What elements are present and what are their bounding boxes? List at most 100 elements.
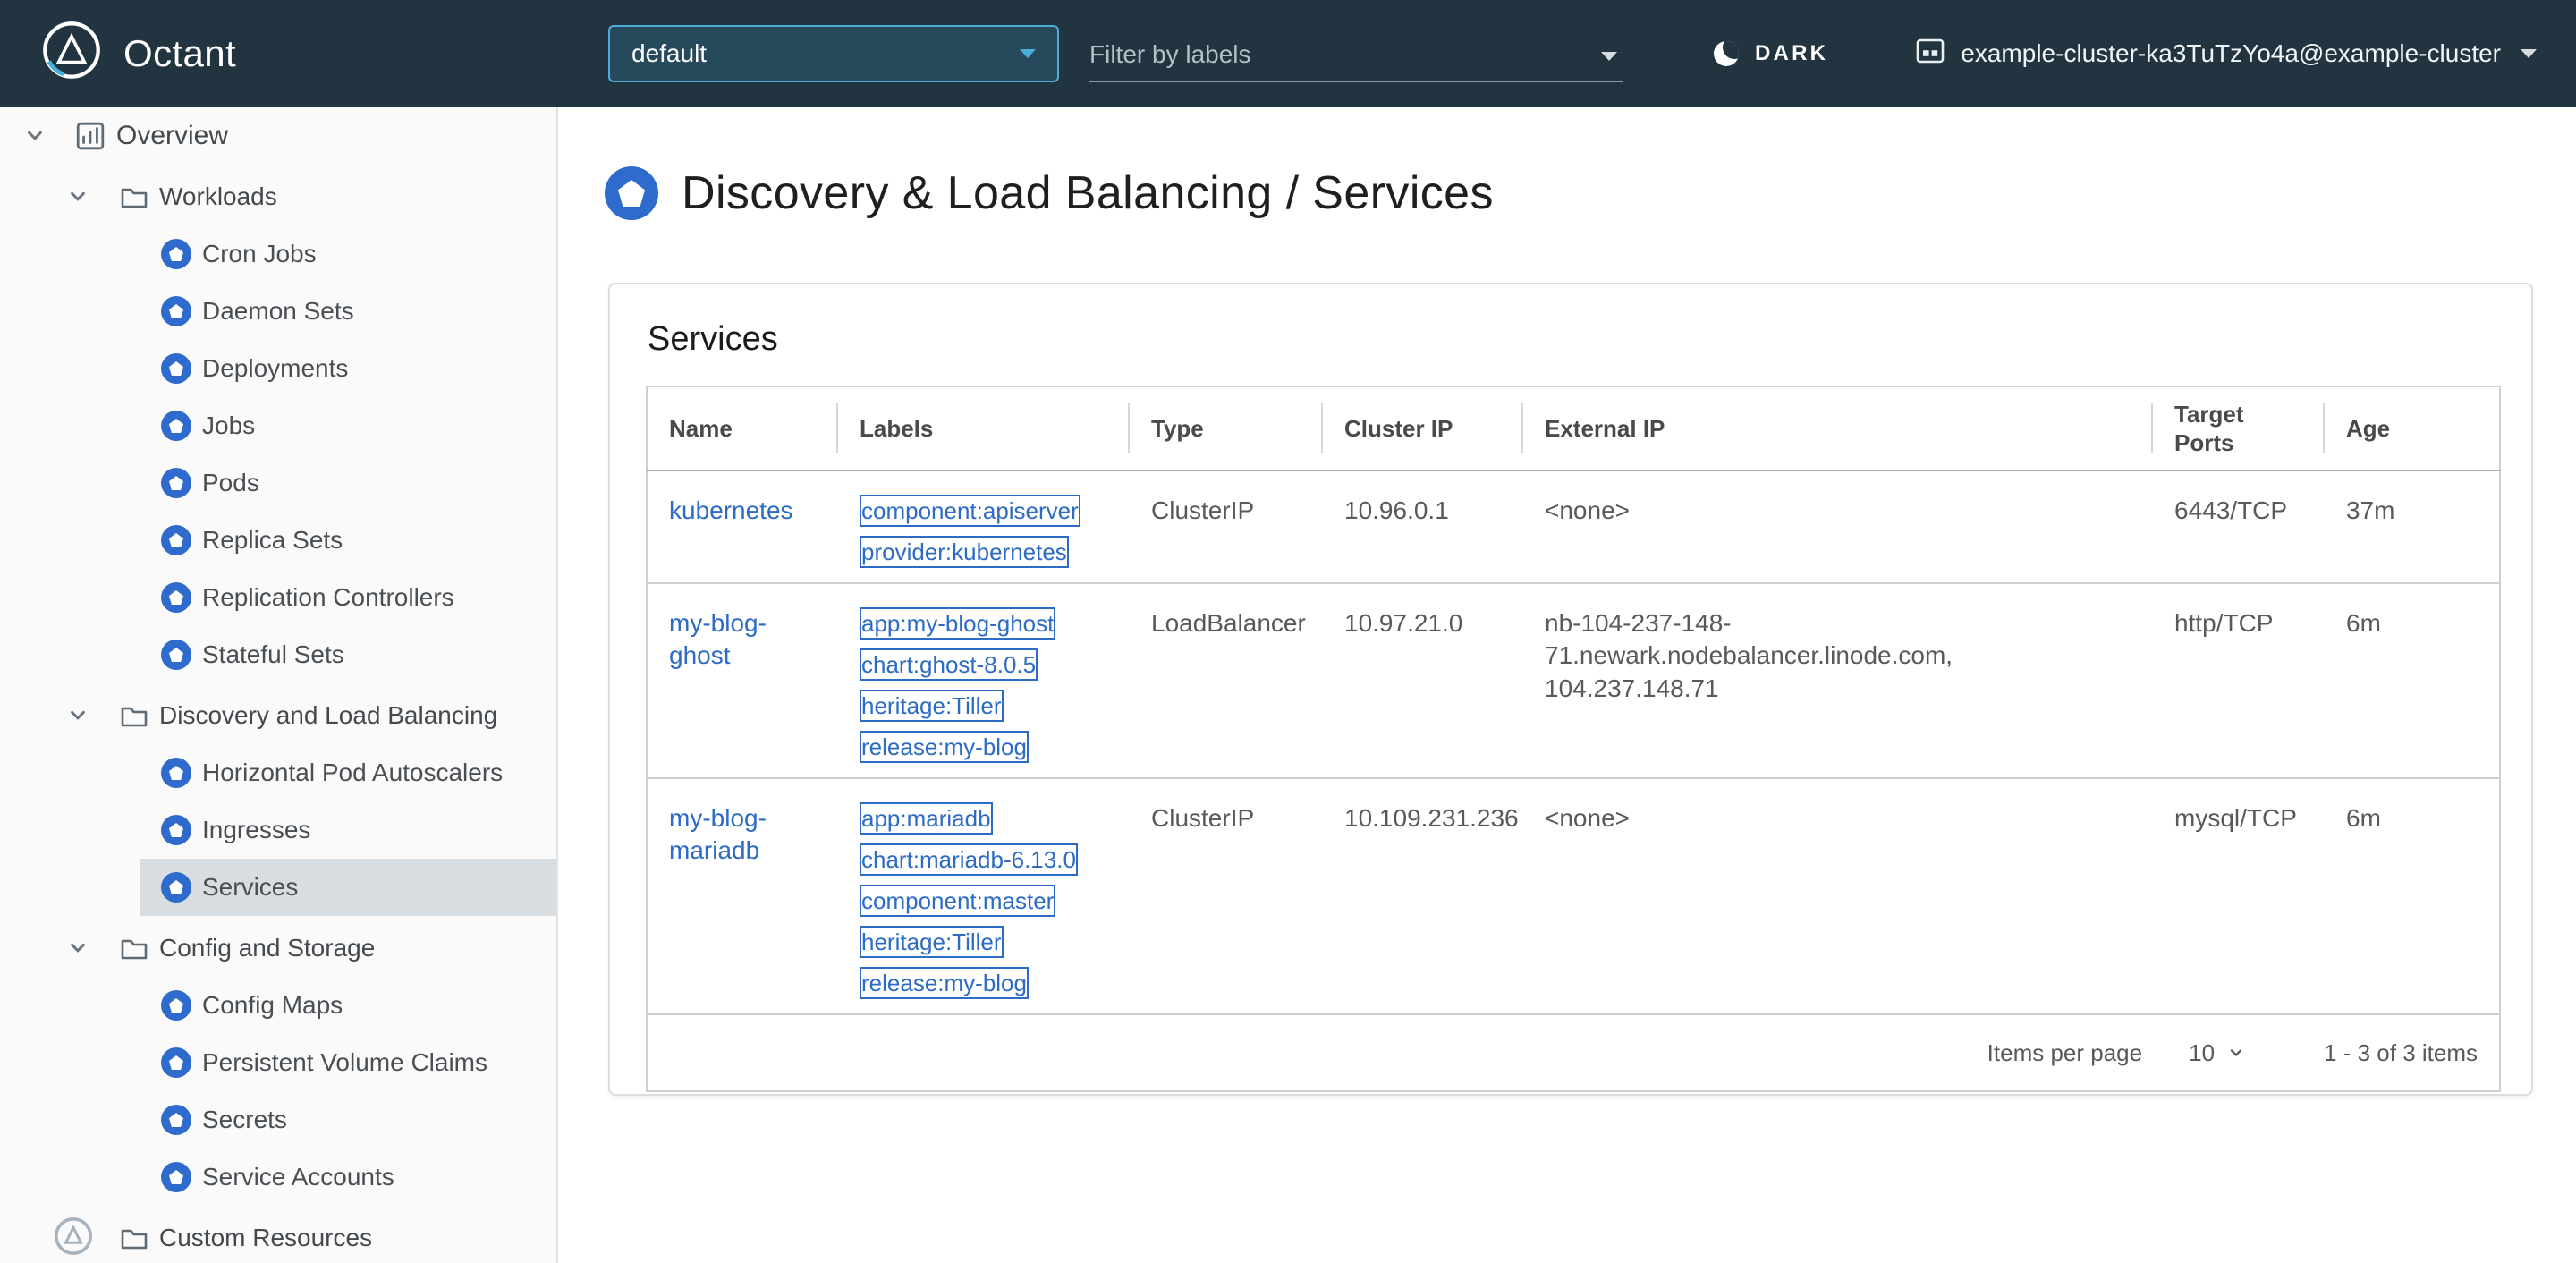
sidebar-item-overview[interactable]: Overview — [0, 107, 556, 165]
page-size-select[interactable]: 10 — [2189, 1039, 2245, 1067]
sidebar-item-services[interactable]: Services — [140, 859, 556, 916]
brand: Octant — [39, 0, 236, 107]
octant-footer-logo-icon — [52, 1215, 95, 1263]
chevron-down-icon[interactable] — [68, 938, 88, 958]
chevron-down-icon — [2521, 49, 2537, 58]
label-pill[interactable]: component:master — [860, 885, 1056, 917]
ingresses-icon — [161, 815, 191, 845]
cell-age: 6m — [2325, 583, 2500, 779]
sidebar-item-label: Config Maps — [202, 991, 343, 1019]
cell-cluster-ip: 10.96.0.1 — [1323, 470, 1523, 584]
label-pill[interactable]: app:mariadb — [860, 802, 993, 835]
cron-jobs-icon — [161, 239, 191, 269]
moon-icon — [1714, 41, 1739, 66]
app-title: Octant — [123, 32, 237, 74]
column-header-type: Type — [1130, 386, 1323, 471]
cell-labels: component:apiserver provider:kubernetes — [838, 470, 1130, 584]
cell-target-ports: mysql/TCP — [2153, 778, 2325, 1015]
chevron-down-icon[interactable] — [68, 187, 88, 207]
sidebar: Overview Workloads Cron Jobs Daemon Sets… — [0, 107, 558, 1263]
main-content: Discovery & Load Balancing / Services Se… — [560, 107, 2576, 1263]
sidebar-item-pods[interactable]: Pods — [140, 454, 556, 512]
replication-controllers-icon — [161, 582, 191, 613]
config-maps-icon — [161, 990, 191, 1021]
sidebar-item-ingresses[interactable]: Ingresses — [140, 801, 556, 859]
sidebar-group-label: Config and Storage — [159, 934, 376, 962]
table-footer-row: Items per page 10 1 - 3 of 3 items — [647, 1014, 2500, 1091]
cell-external-ip: nb-104-237-148-71.newark.nodebalancer.li… — [1523, 583, 2153, 779]
sidebar-item-label: Pods — [202, 469, 259, 496]
service-link[interactable]: kubernetes — [669, 496, 793, 524]
sidebar-item-replica-sets[interactable]: Replica Sets — [140, 512, 556, 569]
table-header-row: Name Labels Type Cluster IP External IP … — [647, 386, 2500, 471]
sidebar-item-service-accounts[interactable]: Service Accounts — [140, 1149, 556, 1206]
daemon-sets-icon — [161, 296, 191, 326]
octant-logo-icon — [39, 18, 104, 89]
card-title: Services — [648, 320, 778, 358]
sidebar-item-label: Services — [202, 873, 299, 901]
chevron-down-icon[interactable] — [68, 706, 88, 725]
cell-target-ports: http/TCP — [2153, 583, 2325, 779]
label-pill[interactable]: chart:ghost-8.0.5 — [860, 648, 1038, 681]
cell-type: ClusterIP — [1130, 470, 1323, 584]
cluster-icon — [1916, 38, 1945, 71]
sidebar-item-jobs[interactable]: Jobs — [140, 397, 556, 454]
sidebar-item-label: Secrets — [202, 1106, 287, 1133]
label-pill[interactable]: heritage:Tiller — [860, 926, 1004, 958]
table-row: my-blog-mariadb app:mariadb chart:mariad… — [647, 778, 2500, 1015]
pagination: Items per page 10 1 - 3 of 3 items — [669, 1015, 2478, 1090]
cell-name: my-blog-ghost — [647, 583, 838, 779]
sidebar-item-daemon-sets[interactable]: Daemon Sets — [140, 283, 556, 340]
chevron-down-icon[interactable] — [1601, 52, 1617, 61]
service-link[interactable]: my-blog-mariadb — [669, 804, 767, 864]
label-pill[interactable]: release:my-blog — [860, 967, 1029, 999]
cell-labels: app:my-blog-ghost chart:ghost-8.0.5 heri… — [838, 583, 1130, 779]
label-filter-input[interactable] — [1089, 29, 1583, 81]
deployments-icon — [161, 353, 191, 384]
sidebar-item-label: Stateful Sets — [202, 640, 344, 668]
sidebar-item-deployments[interactable]: Deployments — [140, 340, 556, 397]
label-filter — [1089, 29, 1623, 82]
sidebar-group-config-and-storage[interactable]: Config and Storage — [0, 920, 556, 977]
namespace-select[interactable]: default — [608, 25, 1059, 82]
page-title-block: Discovery & Load Balancing / Services — [605, 166, 2576, 220]
sidebar-item-label: Horizontal Pod Autoscalers — [202, 759, 504, 786]
sidebar-item-label: Cron Jobs — [202, 240, 317, 267]
chevron-down-icon[interactable] — [25, 126, 45, 146]
service-link[interactable]: my-blog-ghost — [669, 609, 767, 669]
service-accounts-icon — [161, 1162, 191, 1192]
sidebar-item-label: Deployments — [202, 354, 349, 382]
persistent-volume-claims-icon — [161, 1047, 191, 1078]
sidebar-item-horizontal-pod-autoscalers[interactable]: Horizontal Pod Autoscalers — [140, 744, 556, 801]
cluster-context-selector[interactable]: example-cluster-ka3TuTzYo4a@example-clus… — [1916, 0, 2537, 107]
column-header-labels: Labels — [838, 386, 1130, 471]
items-per-page-label: Items per page — [1987, 1038, 2143, 1066]
label-pill[interactable]: chart:mariadb-6.13.0 — [860, 843, 1078, 876]
column-header-age: Age — [2325, 386, 2500, 471]
cell-labels: app:mariadb chart:mariadb-6.13.0 compone… — [838, 778, 1130, 1015]
sidebar-item-label: Replica Sets — [202, 526, 343, 554]
sidebar-group-label: Workloads — [159, 182, 277, 210]
theme-toggle[interactable]: DARK — [1714, 0, 1828, 107]
octant-app: Octant default DARK example-cluster-ka3T… — [0, 0, 2576, 1263]
replica-sets-icon — [161, 525, 191, 555]
cell-name: my-blog-mariadb — [647, 778, 838, 1015]
sidebar-group-workloads[interactable]: Workloads — [0, 168, 556, 225]
label-pill[interactable]: app:my-blog-ghost — [860, 607, 1056, 640]
sidebar-item-persistent-volume-claims[interactable]: Persistent Volume Claims — [140, 1034, 556, 1091]
label-pill[interactable]: heritage:Tiller — [860, 690, 1004, 722]
sidebar-item-replication-controllers[interactable]: Replication Controllers — [140, 569, 556, 626]
cell-age: 37m — [2325, 470, 2500, 584]
label-pill[interactable]: provider:kubernetes — [860, 536, 1069, 568]
pods-icon — [161, 468, 191, 498]
sidebar-item-secrets[interactable]: Secrets — [140, 1091, 556, 1149]
sidebar-group-discovery-and-load-balancing[interactable]: Discovery and Load Balancing — [0, 687, 556, 744]
folder-icon — [121, 1229, 148, 1250]
label-pill[interactable]: component:apiserver — [860, 495, 1080, 527]
sidebar-item-stateful-sets[interactable]: Stateful Sets — [140, 626, 556, 683]
discovery-load-balancing-icon — [605, 166, 658, 220]
label-pill[interactable]: release:my-blog — [860, 731, 1029, 763]
cell-external-ip: <none> — [1523, 470, 2153, 584]
sidebar-item-cron-jobs[interactable]: Cron Jobs — [140, 225, 556, 283]
sidebar-item-config-maps[interactable]: Config Maps — [140, 977, 556, 1034]
